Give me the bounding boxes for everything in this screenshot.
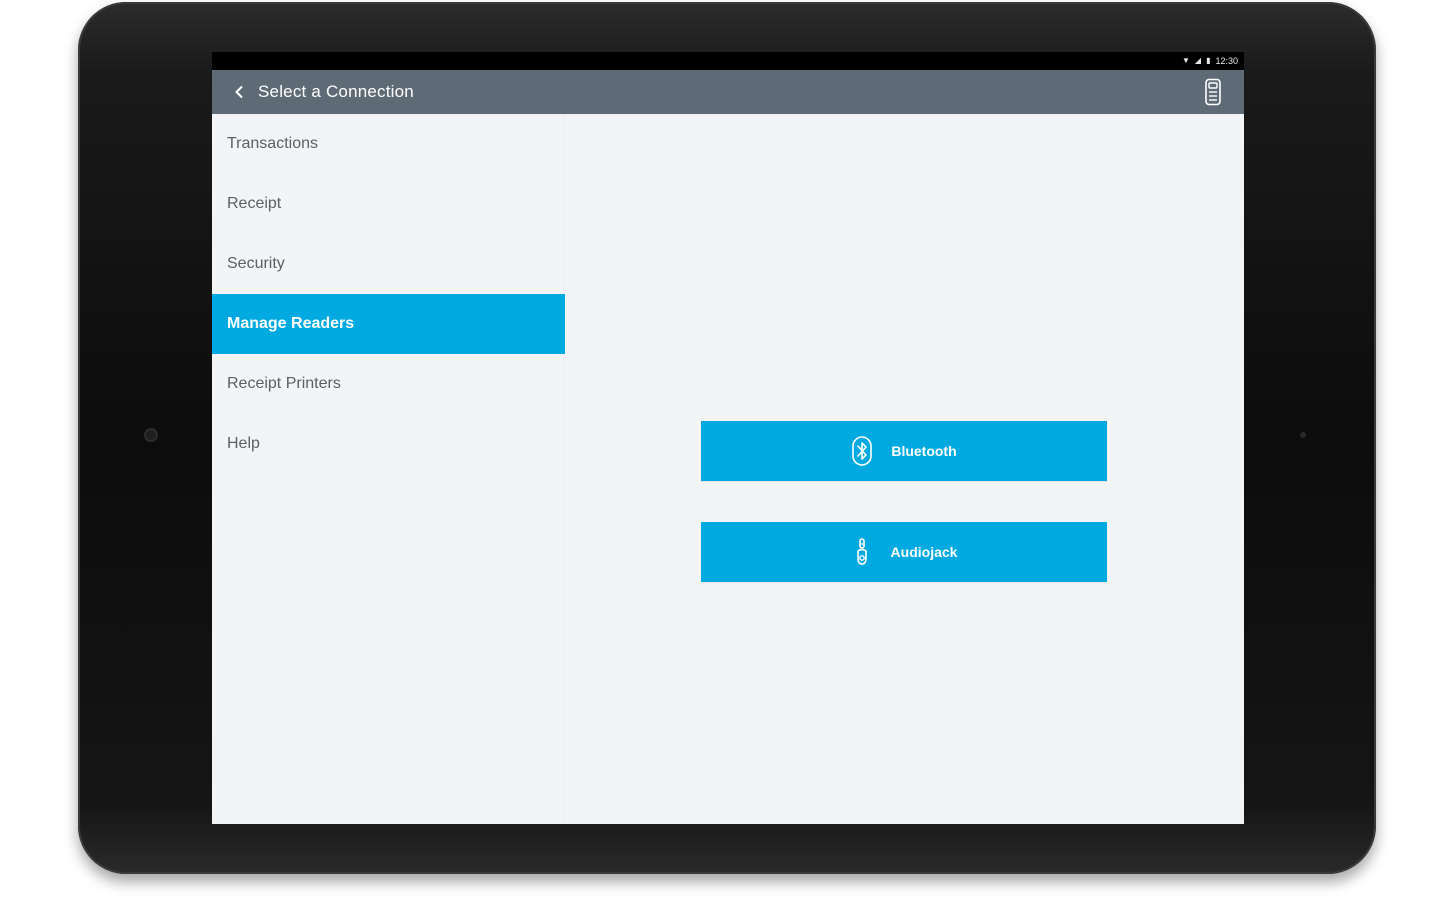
page-title: Select a Connection <box>258 82 414 101</box>
card-reader-icon <box>1205 78 1221 106</box>
sidebar-item-label: Manage Readers <box>227 315 355 332</box>
signal-icon: ◢ <box>1194 56 1202 65</box>
bluetooth-icon <box>851 436 873 466</box>
sidebar-item-help[interactable]: Help <box>212 414 563 474</box>
sidebar-item-receipt-printers[interactable]: Receipt Printers <box>212 354 563 414</box>
audiojack-icon <box>851 537 873 567</box>
audiojack-button[interactable]: Audiojack <box>701 522 1107 582</box>
back-button[interactable] <box>230 80 248 104</box>
sidebar-item-label: Security <box>227 255 285 272</box>
bluetooth-button-label: Bluetooth <box>891 443 957 459</box>
sidebar-item-label: Receipt <box>227 195 282 212</box>
settings-sidebar: Transactions Receipt Security Manage Rea… <box>212 114 565 824</box>
battery-icon: ▮ <box>1206 56 1211 65</box>
light-sensor <box>1300 432 1306 438</box>
audiojack-button-label: Audiojack <box>890 544 958 560</box>
connection-panel: Bluetooth Audiojack <box>564 114 1244 824</box>
sidebar-item-security[interactable]: Security <box>212 234 563 294</box>
tablet-screen: ▼ ◢ ▮ 12:30 Select a Connection Transact… <box>212 52 1244 824</box>
sidebar-item-label: Receipt Printers <box>227 375 341 392</box>
app-bar: Select a Connection <box>212 70 1244 114</box>
card-reader-button[interactable] <box>1202 77 1224 107</box>
status-time: 12:30 <box>1215 56 1238 66</box>
chevron-left-icon <box>235 86 243 98</box>
bluetooth-button[interactable]: Bluetooth <box>701 421 1107 481</box>
sidebar-item-receipt[interactable]: Receipt <box>212 174 563 234</box>
sidebar-item-label: Transactions <box>227 135 318 152</box>
wifi-icon: ▼ <box>1181 56 1190 65</box>
sidebar-item-manage-readers[interactable]: Manage Readers <box>212 294 565 354</box>
status-bar: ▼ ◢ ▮ 12:30 <box>212 52 1244 70</box>
front-camera <box>144 428 158 442</box>
sidebar-item-transactions[interactable]: Transactions <box>212 114 563 174</box>
sidebar-item-label: Help <box>227 435 260 452</box>
